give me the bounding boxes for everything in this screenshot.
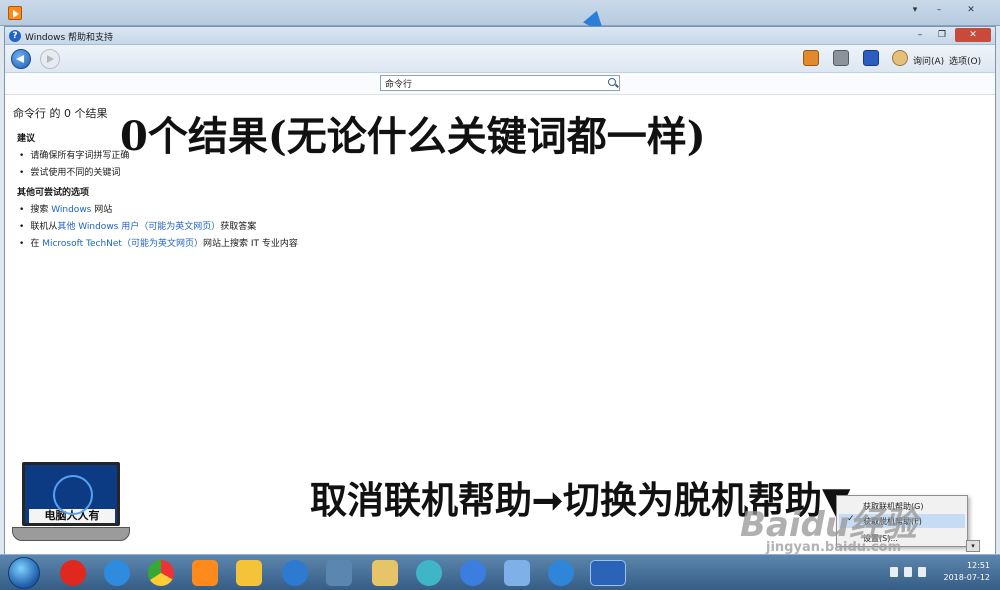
help-taskbar-icon[interactable]: [590, 560, 626, 586]
close-button[interactable]: ✕: [955, 28, 991, 42]
search-row: [5, 73, 995, 95]
taskbar: 12:51 2018-07-12: [0, 554, 1000, 590]
laptop-screen: 电脑人人有: [22, 462, 120, 526]
video-player-icon: [8, 6, 22, 20]
ie-icon[interactable]: [104, 560, 130, 586]
ask-button[interactable]: 询问(A): [913, 54, 944, 67]
options-button[interactable]: 选项(O): [949, 54, 981, 67]
app-icon-2[interactable]: [416, 560, 442, 586]
option-text: 在: [30, 239, 43, 249]
help-icon: ?: [9, 30, 21, 42]
results-of: 的: [49, 107, 61, 120]
search-box: [380, 75, 620, 91]
paint-icon[interactable]: [504, 560, 530, 586]
window-title: Windows 帮助和支持: [25, 33, 114, 43]
option-text: 网站: [91, 205, 113, 215]
start-button-icon[interactable]: [8, 557, 40, 589]
restore-button[interactable]: ❐: [931, 28, 953, 42]
tray-flag-icon[interactable]: [890, 567, 898, 577]
suggestion-item: 请确保所有字词拼写正确: [19, 148, 129, 161]
suggestion-item: 尝试使用不同的关键词: [19, 165, 120, 178]
title-bar: ? Windows 帮助和支持 – ❐ ✕: [5, 27, 995, 45]
app-icon-4[interactable]: [548, 560, 574, 586]
back-icon[interactable]: [11, 49, 31, 69]
ask-icon[interactable]: [892, 50, 908, 66]
results-heading: 命令行 的 0 个结果: [13, 105, 108, 121]
option-text: 联机从: [30, 222, 58, 232]
tray-volume-icon[interactable]: [918, 567, 926, 577]
video-player-icon[interactable]: [192, 560, 218, 586]
folder-icon[interactable]: [372, 560, 398, 586]
minimize-button[interactable]: –: [909, 28, 931, 42]
network-icon[interactable]: [326, 560, 352, 586]
other-options-title: 其他可尝试的选项: [17, 188, 90, 198]
app-icon-1[interactable]: [60, 560, 86, 586]
logo-caption: 电脑人人有: [29, 509, 115, 523]
option-text: 获取答案: [220, 222, 257, 232]
technet-link[interactable]: Microsoft TechNet（可能为英文网页）: [42, 239, 203, 249]
sticky-notes-icon[interactable]: [236, 560, 262, 586]
option-online-users: 联机从其他 Windows 用户（可能为英文网页）获取答案: [19, 219, 256, 232]
option-text: 网站上搜索 IT 专业内容: [202, 239, 298, 249]
browser-icon[interactable]: [282, 560, 308, 586]
baidu-watermark: Baidu经验: [740, 505, 918, 545]
laptop-logo: 电脑人人有: [12, 462, 130, 550]
search-input[interactable]: [385, 77, 595, 89]
option-text: 搜索: [30, 205, 52, 215]
browse-help-icon[interactable]: [863, 50, 879, 66]
annotation-top: 0个结果(无论什么关键词都一样): [120, 113, 706, 160]
print-icon[interactable]: [833, 50, 849, 66]
outer-dropdown-button[interactable]: ▾: [904, 3, 926, 17]
outer-minimize-button[interactable]: –: [928, 3, 950, 17]
tray-network-icon[interactable]: [904, 567, 912, 577]
search-icon[interactable]: [608, 78, 616, 86]
clock-date[interactable]: 2018-07-12: [930, 573, 991, 582]
laptop-base: [12, 527, 130, 541]
outer-close-button[interactable]: ✕: [960, 3, 982, 17]
baidu-watermark-url: jingyan.baidu.com: [766, 540, 902, 555]
toolbar: 询问(A) 选项(O): [5, 45, 995, 73]
chrome-icon[interactable]: [148, 560, 174, 586]
system-tray: 12:51 2018-07-12: [880, 559, 990, 587]
forward-icon[interactable]: [40, 49, 60, 69]
clock-time[interactable]: 12:51: [930, 561, 990, 570]
suggestions-title: 建议: [17, 134, 36, 144]
option-search-windows: 搜索 Windows 网站: [19, 202, 112, 215]
results-count: 0 个结果: [64, 107, 108, 120]
windows-site-link[interactable]: Windows: [51, 205, 91, 215]
windows-users-link[interactable]: 其他 Windows 用户（可能为英文网页）: [57, 222, 220, 232]
outer-window-bar: ▾ – ✕: [0, 0, 1000, 26]
home-icon[interactable]: [803, 50, 819, 66]
option-technet: 在 Microsoft TechNet（可能为英文网页）网站上搜索 IT 专业内…: [19, 236, 298, 249]
results-query: 命令行: [13, 107, 46, 120]
help-mode-toggle[interactable]: ▾: [966, 540, 980, 552]
app-icon-3[interactable]: [460, 560, 486, 586]
